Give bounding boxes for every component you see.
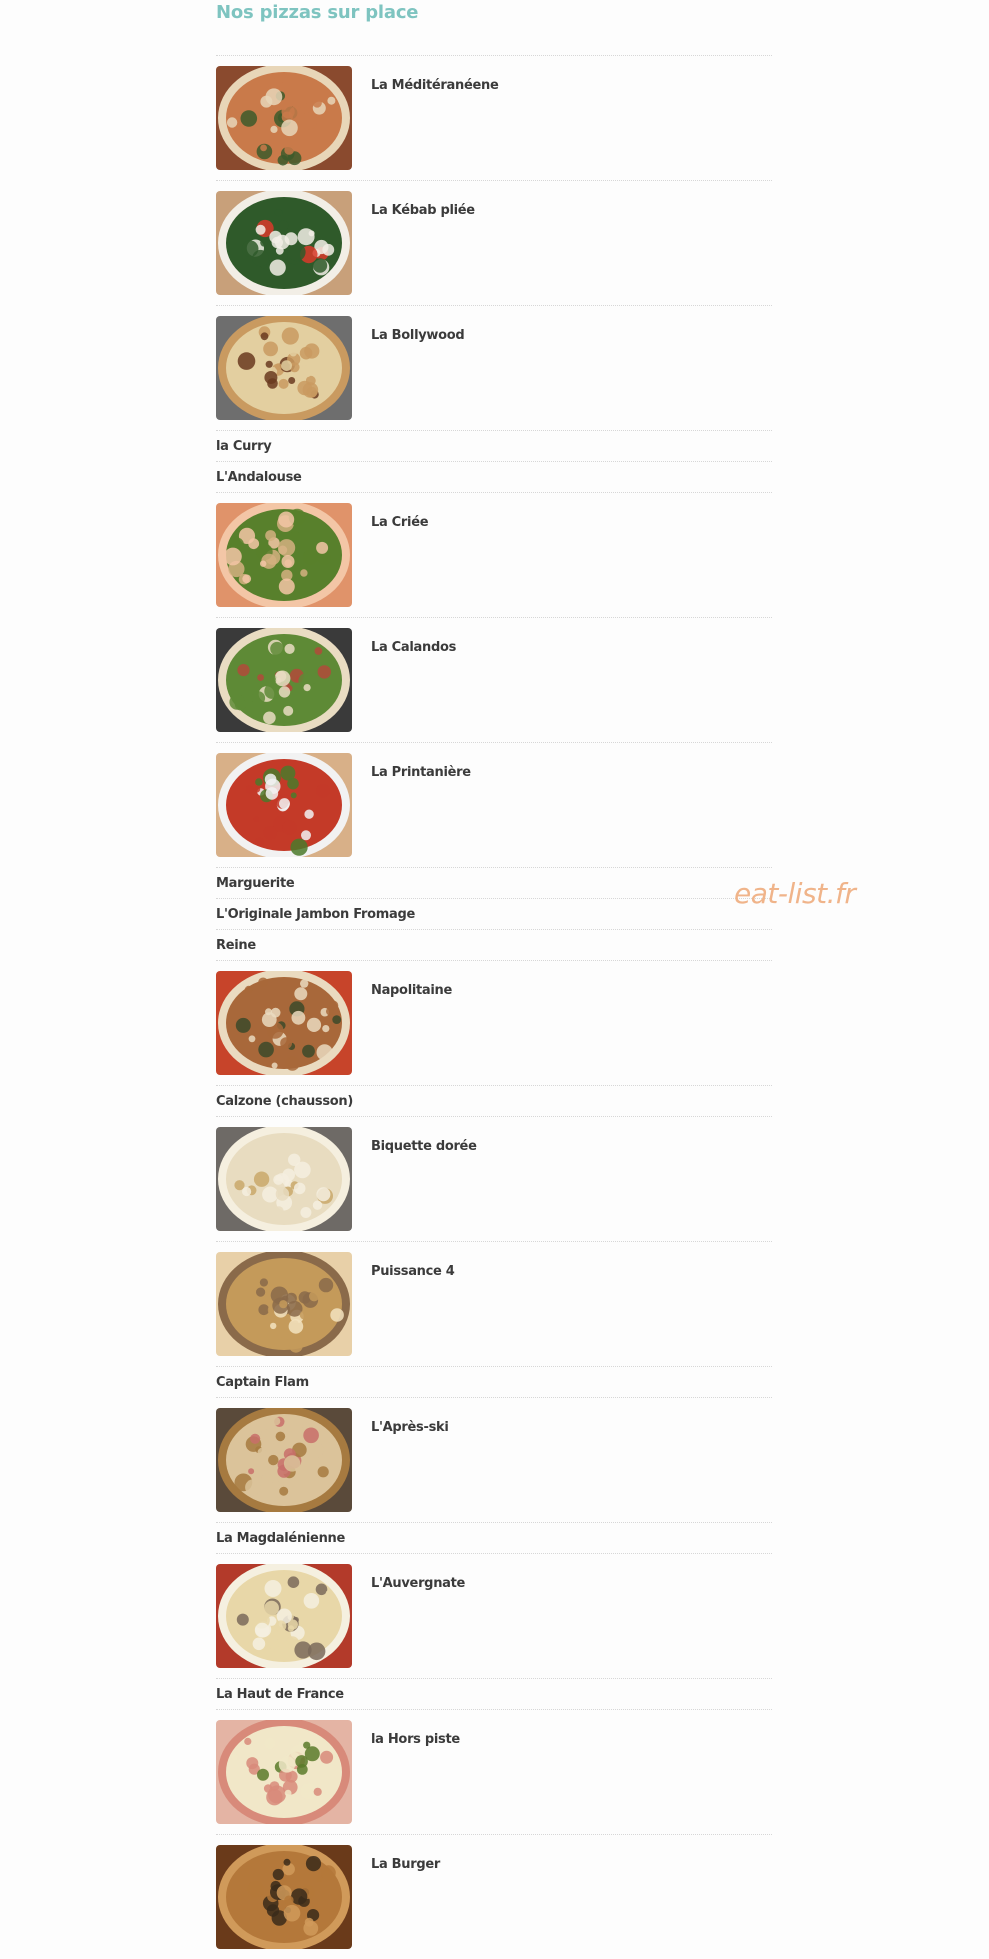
pizza-name: La Haut de France [216, 1687, 344, 1702]
pizza-item-la-hors-piste[interactable]: la Hors piste [216, 1709, 772, 1834]
pizza-photo[interactable] [216, 628, 352, 732]
pizza-item-la-calandos[interactable]: La Calandos [216, 617, 772, 742]
pizza-name: Puissance 4 [371, 1264, 455, 1279]
pizza-item-l-apres-ski[interactable]: L'Après-ski [216, 1397, 772, 1522]
pizza-name: La Méditéranéene [371, 78, 499, 93]
pizza-photo[interactable] [216, 753, 352, 857]
pizza-item-puissance-4[interactable]: Puissance 4 [216, 1241, 772, 1366]
pizza-name: La Kébab pliée [371, 203, 475, 218]
pizza-name: La Bollywood [371, 328, 465, 343]
pizza-item-calzone-chausson[interactable]: Calzone (chausson) [216, 1085, 772, 1116]
pizza-item-l-andalouse[interactable]: L'Andalouse [216, 461, 772, 492]
pizza-item-la-curry[interactable]: la Curry [216, 430, 772, 461]
pizza-item-reine[interactable]: Reine [216, 929, 772, 960]
pizza-name: La Magdalénienne [216, 1531, 346, 1546]
pizza-name: la Curry [216, 439, 272, 454]
pizza-photo[interactable] [216, 191, 352, 295]
pizza-photo[interactable] [216, 1720, 352, 1824]
pizza-item-la-haut-de-france[interactable]: La Haut de France [216, 1678, 772, 1709]
pizza-photo[interactable] [216, 1408, 352, 1512]
pizza-item-la-burger[interactable]: La Burger [216, 1834, 772, 1959]
pizza-name: Biquette dorée [371, 1139, 477, 1154]
pizza-name: Reine [216, 938, 256, 953]
pizza-item-marguerite[interactable]: Marguerite [216, 867, 772, 898]
pizza-item-captain-flam[interactable]: Captain Flam [216, 1366, 772, 1397]
pizza-item-napolitaine[interactable]: Napolitaine [216, 960, 772, 1085]
pizza-photo[interactable] [216, 971, 352, 1075]
pizza-item-biquette-doree[interactable]: Biquette dorée [216, 1116, 772, 1241]
pizza-photo[interactable] [216, 1564, 352, 1668]
pizza-name: L'Originale Jambon Fromage [216, 907, 415, 922]
pizza-name: L'Après-ski [371, 1420, 449, 1435]
pizza-photo[interactable] [216, 66, 352, 170]
pizza-name: La Criée [371, 515, 429, 530]
pizza-name: L'Auvergnate [371, 1576, 466, 1591]
pizza-item-l-originale-jambon-fromage[interactable]: L'Originale Jambon Fromage [216, 898, 772, 929]
pizza-name: Calzone (chausson) [216, 1094, 353, 1109]
pizza-item-l-auvergnate[interactable]: L'Auvergnate [216, 1553, 772, 1678]
pizza-name: Napolitaine [371, 983, 453, 998]
watermark: eat-list.fr [734, 877, 856, 910]
pizza-photo[interactable] [216, 1845, 352, 1949]
pizza-name: La Printanière [371, 765, 471, 780]
pizza-photo[interactable] [216, 1127, 352, 1231]
pizza-item-la-criee[interactable]: La Criée [216, 492, 772, 617]
pizza-list: La Méditéranéene La Kébab pliée La Bolly… [216, 55, 772, 1959]
pizza-item-la-magdalenienne[interactable]: La Magdalénienne [216, 1522, 772, 1553]
pizza-name: La Calandos [371, 640, 457, 655]
pizza-photo[interactable] [216, 503, 352, 607]
pizza-item-la-printaniere[interactable]: La Printanière [216, 742, 772, 867]
pizza-name: Captain Flam [216, 1375, 309, 1390]
pizza-photo[interactable] [216, 1252, 352, 1356]
pizza-item-la-bollywood[interactable]: La Bollywood [216, 305, 772, 430]
pizza-name: Marguerite [216, 876, 295, 891]
pizza-photo[interactable] [216, 316, 352, 420]
pizza-item-la-kebab-pliee[interactable]: La Kébab pliée [216, 180, 772, 305]
pizza-item-la-mediteraneene[interactable]: La Méditéranéene [216, 55, 772, 180]
pizza-name: la Hors piste [371, 1732, 460, 1747]
pizza-name: La Burger [371, 1857, 440, 1872]
section-title: Nos pizzas sur place [216, 2, 419, 23]
pizza-name: L'Andalouse [216, 470, 302, 485]
